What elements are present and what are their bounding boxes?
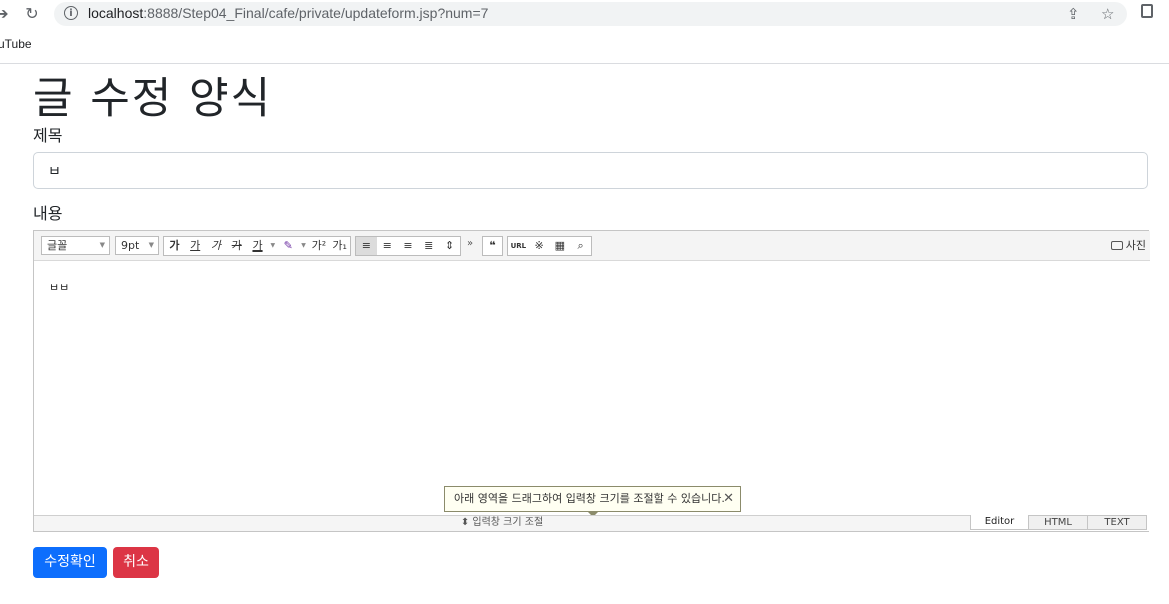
forward-icon[interactable]: ➔ (0, 4, 12, 24)
italic-icon[interactable]: 가 (206, 237, 227, 255)
info-icon[interactable]: i (64, 6, 78, 20)
resize-handle[interactable]: ⬍ 입력창 크기 조절 (34, 515, 970, 531)
editor-toolbar: 글꼴 ▼ 9pt ▼ 가 가 가 가 가 ▼ ✎ ▼ 가² 가₁ ≡ ≡ ≡ ≣ ⇕… (34, 231, 1150, 261)
quote-group: ❝ (482, 236, 503, 256)
submit-button[interactable]: 수정확인 (33, 547, 107, 578)
more-icon[interactable]: » (467, 238, 473, 249)
address-bar[interactable]: i localhost:8888/Step04_Final/cafe/priva… (54, 2, 1127, 26)
align-justify-icon[interactable]: ≣ (418, 237, 439, 255)
align-group: ≡ ≡ ≡ ≣ ⇕ (355, 236, 461, 256)
bold-icon[interactable]: 가 (164, 237, 185, 255)
underline-icon[interactable]: 가 (185, 237, 206, 255)
strikethrough-icon[interactable]: 가 (226, 237, 247, 255)
line-height-icon[interactable]: ⇕ (439, 237, 460, 255)
side-panel-icon[interactable] (1141, 4, 1153, 18)
editor-content[interactable]: ㅂㅂ (49, 279, 69, 295)
tab-html[interactable]: HTML (1029, 515, 1088, 530)
link-icon[interactable]: URL (508, 237, 529, 255)
chevron-down-icon[interactable]: ▼ (299, 237, 309, 255)
table-icon[interactable]: ▦ (550, 237, 571, 255)
page-title: 글 수정 양식 (33, 74, 273, 124)
font-family-select[interactable]: 글꼴 ▼ (41, 236, 110, 255)
chevron-down-icon[interactable]: ▼ (268, 237, 278, 255)
font-size-select[interactable]: 9pt ▼ (115, 236, 159, 255)
url-text: localhost:8888/Step04_Final/cafe/private… (88, 5, 489, 21)
close-icon[interactable]: ✕ (723, 487, 734, 511)
smart-editor: 글꼴 ▼ 9pt ▼ 가 가 가 가 가 ▼ ✎ ▼ 가² 가₁ ≡ ≡ ≡ ≣ ⇕… (33, 230, 1150, 532)
content-label: 내용 (33, 204, 63, 223)
resize-tooltip: 아래 영역을 드래그하여 입력창 크기를 조절할 수 있습니다. ✕ (444, 486, 741, 517)
editor-mode-tabs: Editor HTML TEXT (970, 515, 1147, 530)
camera-icon (1110, 240, 1123, 250)
chevron-down-icon: ▼ (99, 241, 105, 249)
superscript-icon[interactable]: 가² (308, 237, 329, 255)
subject-input[interactable] (33, 152, 1148, 189)
chevron-down-icon: ▼ (148, 241, 154, 249)
resize-arrows-icon: ⬍ (460, 517, 470, 528)
share-icon[interactable]: ⇪ (1067, 4, 1080, 24)
star-icon[interactable]: ☆ (1101, 4, 1114, 24)
align-right-icon[interactable]: ≡ (398, 237, 419, 255)
tab-editor[interactable]: Editor (970, 515, 1029, 530)
quote-icon[interactable]: ❝ (483, 237, 502, 255)
align-left-icon[interactable]: ≡ (356, 237, 377, 255)
subject-label: 제목 (33, 126, 63, 145)
subscript-icon[interactable]: 가₁ (329, 237, 350, 255)
text-style-group: 가 가 가 가 가 ▼ ✎ ▼ 가² 가₁ (163, 236, 351, 256)
align-center-icon[interactable]: ≡ (377, 237, 398, 255)
tab-text[interactable]: TEXT (1088, 515, 1147, 530)
font-color-icon[interactable]: 가 (247, 237, 268, 255)
find-icon[interactable]: ⌕ (570, 237, 591, 255)
background-color-icon[interactable]: ✎ (278, 237, 299, 255)
reload-icon[interactable]: ↻ (22, 4, 42, 24)
cancel-button[interactable]: 취소 (113, 547, 159, 578)
bookmark-youtube[interactable]: uTube (0, 37, 32, 51)
insert-group: URL ※ ▦ ⌕ (507, 236, 592, 256)
special-char-icon[interactable]: ※ (529, 237, 550, 255)
browser-chrome: ➔ ↻ i localhost:8888/Step04_Final/cafe/p… (0, 0, 1169, 64)
photo-button[interactable]: 사진 (1110, 237, 1146, 253)
